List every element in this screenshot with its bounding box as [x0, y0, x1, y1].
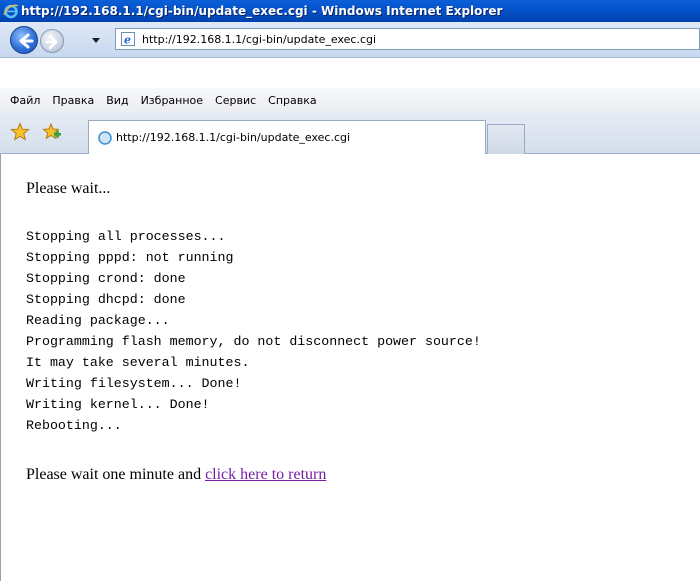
back-button[interactable]: [10, 26, 38, 54]
forward-arrow-icon: [45, 34, 58, 50]
back-arrow-icon: [19, 33, 34, 49]
log-line: Stopping dhcpd: done: [26, 292, 186, 307]
ie-icon: [3, 4, 19, 19]
log-line: Rebooting...: [26, 418, 122, 433]
tab-active[interactable]: http://192.168.1.1/cgi-bin/update_exec.c…: [88, 120, 486, 154]
title-bar: http://192.168.1.1/cgi-bin/update_exec.c…: [0, 0, 700, 22]
menu-file[interactable]: Файл: [0, 94, 46, 107]
menu-bar: Файл Правка Вид Избранное Сервис Справка: [0, 88, 700, 112]
log-line: Writing kernel... Done!: [26, 397, 210, 412]
update-log: Stopping all processes... Stopping pppd:…: [26, 226, 481, 436]
menu-edit[interactable]: Правка: [46, 94, 100, 107]
page-heading: Please wait...: [26, 180, 111, 197]
log-line: Stopping crond: done: [26, 271, 186, 286]
log-line: Stopping all processes...: [26, 229, 226, 244]
tab-title: http://192.168.1.1/cgi-bin/update_exec.c…: [116, 131, 351, 144]
ie-window: http://192.168.1.1/cgi-bin/update_exec.c…: [0, 0, 700, 581]
star-icon[interactable]: [10, 122, 30, 142]
return-prefix: Please wait one minute and: [26, 466, 206, 483]
log-line: Programming flash memory, do not disconn…: [26, 334, 481, 349]
navigation-bar: e http://192.168.1.1/cgi-bin/update_exec…: [0, 22, 700, 58]
new-tab-button[interactable]: [487, 124, 525, 154]
loading-icon: [98, 130, 112, 145]
menu-help[interactable]: Справка: [262, 94, 322, 107]
page-content: Please wait... Stopping all processes...…: [0, 154, 700, 581]
tab-bar: http://192.168.1.1/cgi-bin/update_exec.c…: [0, 112, 700, 154]
menu-tools[interactable]: Сервис: [209, 94, 262, 107]
forward-button[interactable]: [40, 29, 64, 53]
address-bar[interactable]: e http://192.168.1.1/cgi-bin/update_exec…: [115, 28, 700, 50]
return-link[interactable]: click here to return: [205, 466, 326, 483]
svg-text:e: e: [124, 34, 131, 47]
address-text: http://192.168.1.1/cgi-bin/update_exec.c…: [142, 32, 377, 46]
log-line: It may take several minutes.: [26, 355, 250, 370]
chevron-down-icon[interactable]: [92, 38, 100, 44]
log-line: Writing filesystem... Done!: [26, 376, 242, 391]
return-message: Please wait one minute and click here to…: [26, 466, 326, 484]
ie-page-icon: e: [121, 32, 135, 47]
log-line: Stopping pppd: not running: [26, 250, 234, 265]
add-favorite-icon[interactable]: [42, 122, 62, 142]
window-title: http://192.168.1.1/cgi-bin/update_exec.c…: [21, 4, 503, 18]
menu-view[interactable]: Вид: [100, 94, 134, 107]
menu-favorites[interactable]: Избранное: [135, 94, 209, 107]
log-line: Reading package...: [26, 313, 170, 328]
